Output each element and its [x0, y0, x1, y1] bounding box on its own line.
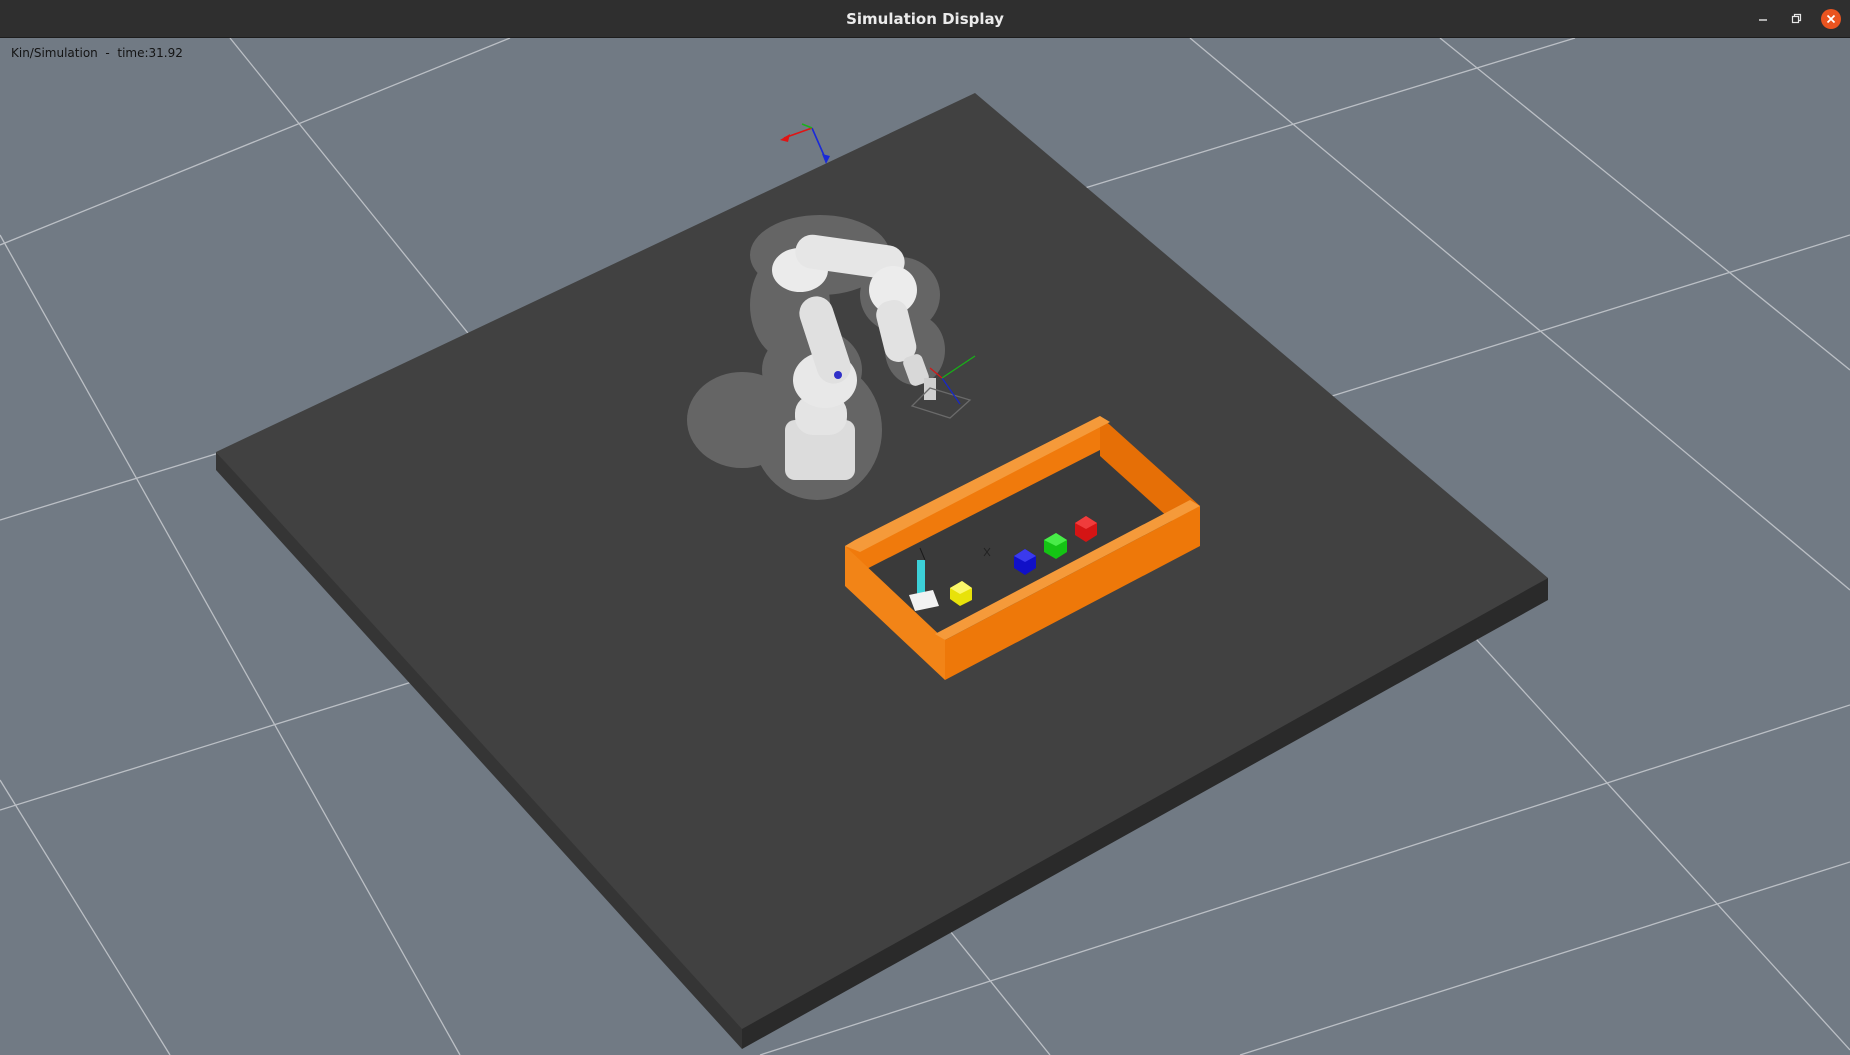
- world-axes-gizmo: [780, 123, 830, 164]
- scene-canvas[interactable]: [0, 38, 1850, 1055]
- title-bar[interactable]: Simulation Display: [0, 0, 1850, 38]
- minimize-icon: [1759, 19, 1767, 21]
- window-title: Simulation Display: [846, 10, 1004, 28]
- minimize-button[interactable]: [1753, 9, 1773, 29]
- maximize-button[interactable]: [1786, 9, 1806, 29]
- simulation-window: Simulation Display Kin/Simulation - time…: [0, 0, 1850, 1055]
- close-button[interactable]: [1821, 9, 1841, 29]
- close-icon: [1826, 14, 1836, 24]
- restore-icon: [1791, 13, 1802, 24]
- simulation-status-text: Kin/Simulation - time:31.92: [11, 46, 183, 60]
- 3d-viewport[interactable]: Kin/Simulation - time:31.92: [0, 38, 1850, 1055]
